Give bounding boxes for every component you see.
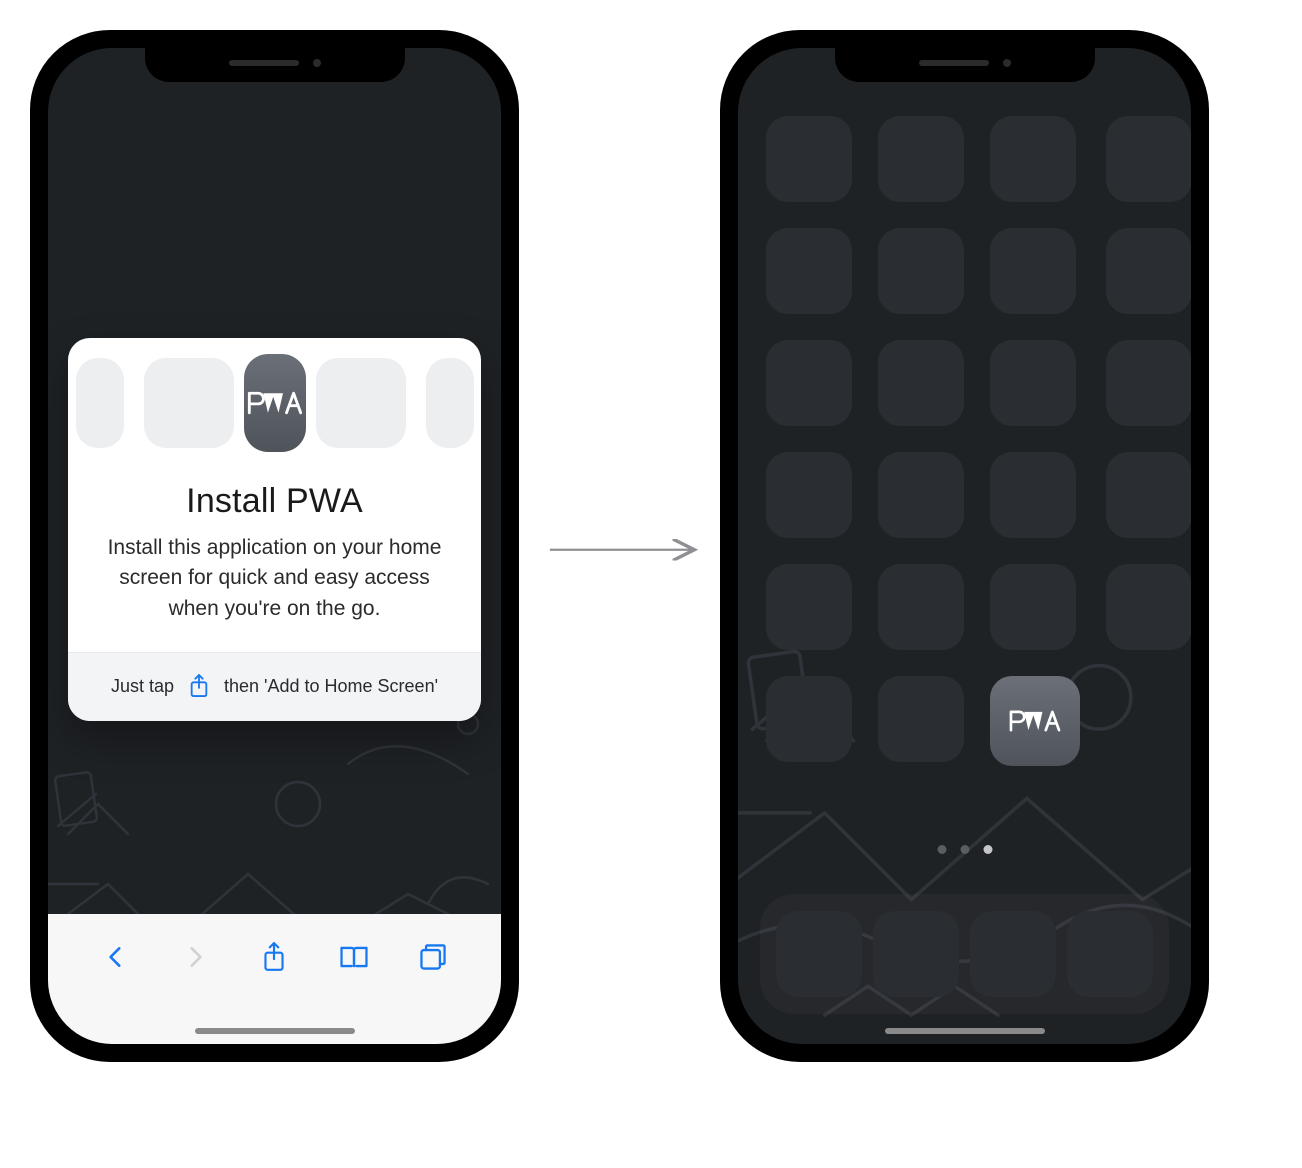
app-placeholder[interactable] bbox=[990, 452, 1076, 538]
app-placeholder[interactable] bbox=[990, 116, 1076, 202]
safari-toolbar bbox=[48, 914, 501, 1044]
app-placeholder[interactable] bbox=[878, 452, 964, 538]
dock-app-placeholder[interactable] bbox=[1067, 911, 1153, 997]
app-placeholder[interactable] bbox=[878, 676, 964, 762]
dock-app-placeholder[interactable] bbox=[970, 911, 1056, 997]
share-icon bbox=[186, 671, 212, 701]
placeholder-app bbox=[426, 358, 474, 448]
app-placeholder[interactable] bbox=[1106, 564, 1191, 650]
app-placeholder[interactable] bbox=[766, 676, 852, 762]
app-placeholder[interactable] bbox=[878, 564, 964, 650]
home-indicator[interactable] bbox=[885, 1028, 1045, 1034]
app-placeholder[interactable] bbox=[766, 340, 852, 426]
app-placeholder[interactable] bbox=[766, 452, 852, 538]
app-placeholder[interactable] bbox=[990, 228, 1076, 314]
app-placeholder[interactable] bbox=[878, 340, 964, 426]
bookmarks-button[interactable] bbox=[337, 940, 371, 974]
modal-hint: Just tap then 'Add to Home Screen' bbox=[68, 652, 481, 721]
page-indicator[interactable] bbox=[937, 845, 992, 854]
phone-homescreen bbox=[720, 30, 1209, 1062]
app-placeholder[interactable] bbox=[766, 116, 852, 202]
phone-notch bbox=[145, 44, 405, 82]
app-placeholder[interactable] bbox=[1106, 452, 1191, 538]
app-placeholder[interactable] bbox=[766, 228, 852, 314]
app-placeholder[interactable] bbox=[766, 564, 852, 650]
app-placeholder[interactable] bbox=[1106, 340, 1191, 426]
pager-dot-active bbox=[983, 845, 992, 854]
pwa-installed-app[interactable] bbox=[990, 676, 1080, 766]
flow-arrow bbox=[546, 530, 704, 570]
phone-safari: Install PWA Install this application on … bbox=[30, 30, 519, 1062]
app-placeholder[interactable] bbox=[878, 116, 964, 202]
app-placeholder[interactable] bbox=[878, 228, 964, 314]
app-placeholder[interactable] bbox=[990, 564, 1076, 650]
hint-text-after: then 'Add to Home Screen' bbox=[224, 676, 438, 697]
pager-dot bbox=[960, 845, 969, 854]
app-placeholder[interactable] bbox=[990, 340, 1076, 426]
pager-dot bbox=[937, 845, 946, 854]
dock-app-placeholder[interactable] bbox=[873, 911, 959, 997]
app-placeholder[interactable] bbox=[1106, 228, 1191, 314]
install-pwa-modal: Install PWA Install this application on … bbox=[68, 338, 481, 721]
placeholder-app bbox=[76, 358, 124, 448]
app-placeholder[interactable] bbox=[1106, 116, 1191, 202]
home-indicator[interactable] bbox=[195, 1028, 355, 1034]
dock-app-placeholder[interactable] bbox=[776, 911, 862, 997]
dock bbox=[760, 894, 1169, 1014]
modal-description: Install this application on your home sc… bbox=[95, 533, 455, 624]
modal-app-row bbox=[68, 338, 481, 468]
placeholder-app bbox=[144, 358, 234, 448]
pwa-app-icon bbox=[244, 354, 306, 452]
modal-title: Install PWA bbox=[68, 482, 481, 521]
placeholder-app bbox=[316, 358, 406, 448]
back-button[interactable] bbox=[99, 940, 133, 974]
phone-notch bbox=[835, 44, 1095, 82]
share-button[interactable] bbox=[257, 940, 291, 974]
tabs-button[interactable] bbox=[416, 940, 450, 974]
home-grid bbox=[766, 116, 1163, 766]
hint-text-before: Just tap bbox=[111, 676, 174, 697]
forward-button[interactable] bbox=[178, 940, 212, 974]
